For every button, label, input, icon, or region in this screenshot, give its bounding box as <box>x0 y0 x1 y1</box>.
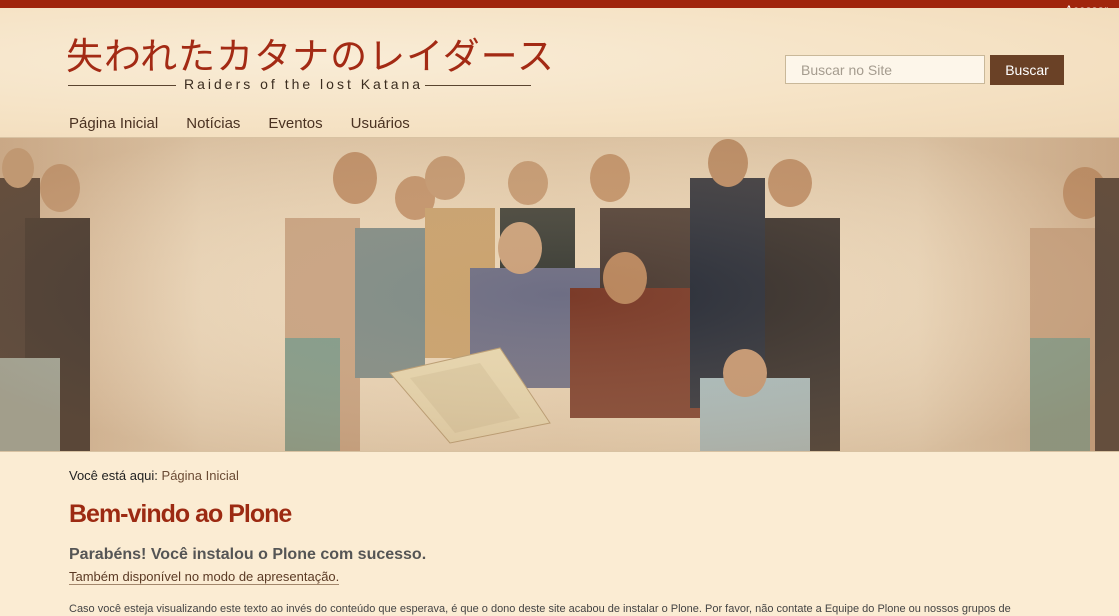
logo-japanese-title[interactable]: 失われたカタナのレイダース <box>66 26 555 80</box>
main-navigation: Página Inicial Notícias Eventos Usuários <box>69 115 438 132</box>
breadcrumb-home-link[interactable]: Página Inicial <box>162 468 239 483</box>
logo-divider-right <box>425 85 531 86</box>
page-description: Parabéns! Você instalou o Plone com suce… <box>69 546 427 563</box>
top-accent-bar <box>0 0 1119 8</box>
nav-item-events[interactable]: Eventos <box>268 115 322 132</box>
nav-item-home[interactable]: Página Inicial <box>69 115 158 132</box>
search-button[interactable]: Buscar <box>990 55 1064 85</box>
breadcrumb: Você está aqui: Página Inicial <box>69 468 239 483</box>
samurai-banner-image <box>0 137 1119 452</box>
breadcrumb-prefix: Você está aqui: <box>69 468 158 483</box>
presentation-mode-link[interactable]: Também disponível no modo de apresentaçã… <box>69 569 340 585</box>
nav-item-news[interactable]: Notícias <box>186 115 240 132</box>
logo-divider-left <box>68 85 176 86</box>
search-input[interactable] <box>785 55 985 84</box>
logo-english-subtitle: Raiders of the lost Katana <box>184 76 424 92</box>
nav-item-users[interactable]: Usuários <box>351 115 410 132</box>
body-paragraph: Caso você esteja visualizando este texto… <box>69 603 1011 615</box>
page-title: Bem-vindo ao Plone <box>69 500 292 528</box>
samurai-group-illustration <box>0 138 1119 451</box>
